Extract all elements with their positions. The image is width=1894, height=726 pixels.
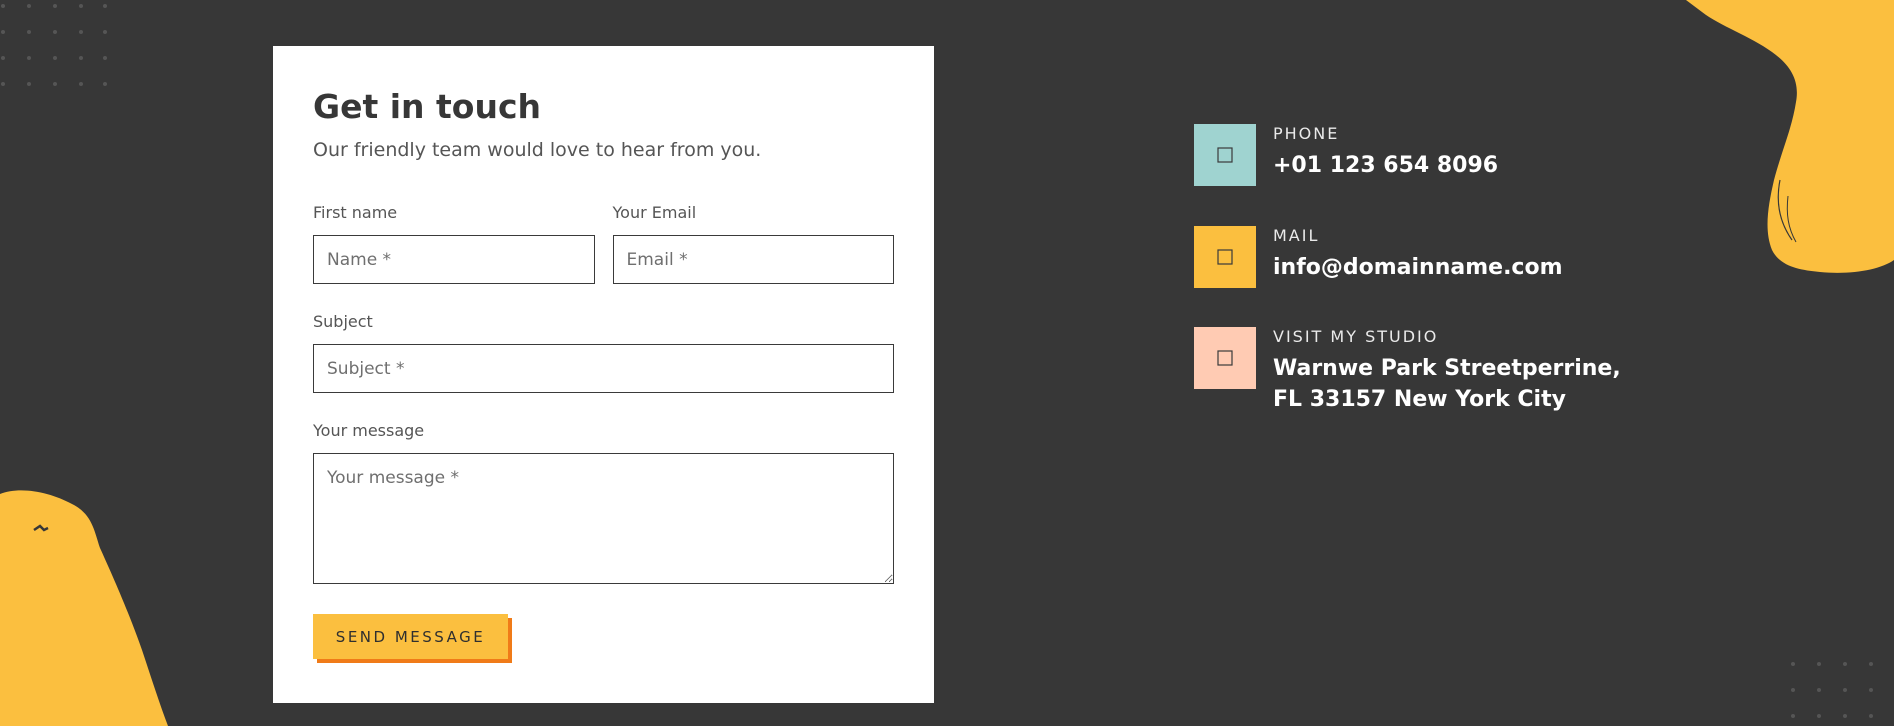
form-subtitle: Our friendly team would love to hear fro… — [313, 139, 762, 161]
subject-input[interactable] — [313, 344, 894, 393]
first-name-label: First name — [313, 203, 398, 222]
location-icon — [1194, 327, 1256, 389]
phone-icon — [1194, 124, 1256, 186]
dot-grid-top-left — [1, 4, 107, 86]
contact-form-card: Get in touch Our friendly team would lov… — [273, 46, 934, 703]
phone-label: PHONE — [1273, 124, 1340, 143]
email-label: Your Email — [612, 203, 697, 222]
form-title: Get in touch — [313, 87, 542, 126]
message-textarea[interactable] — [313, 453, 894, 584]
brush-blob-top-right — [1686, 0, 1894, 273]
subject-group: Subject — [313, 312, 894, 393]
studio-address: Warnwe Park Streetperrine, FL 33157 New … — [1273, 354, 1621, 416]
dot-grid-bottom-right — [1791, 662, 1873, 718]
phone-value[interactable]: +01 123 654 8096 — [1273, 151, 1498, 182]
contact-studio: VISIT MY STUDIO Warnwe Park Streetperrin… — [1194, 327, 1621, 416]
email-input[interactable] — [612, 235, 894, 284]
mail-icon — [1194, 226, 1256, 288]
mail-label: MAIL — [1273, 226, 1320, 245]
email-group: Your Email — [612, 203, 894, 284]
studio-address-line-2: FL 33157 New York City — [1273, 386, 1566, 412]
send-message-button[interactable]: SEND MESSAGE — [313, 614, 508, 659]
message-label: Your message — [313, 421, 425, 440]
first-name-group: First name — [313, 203, 595, 284]
studio-label: VISIT MY STUDIO — [1273, 327, 1439, 346]
contact-phone: PHONE +01 123 654 8096 — [1194, 124, 1498, 186]
message-group: Your message — [313, 421, 894, 588]
name-email-row: First name Your Email — [313, 203, 894, 284]
contact-phone-text: PHONE +01 123 654 8096 — [1273, 124, 1498, 186]
first-name-input[interactable] — [313, 235, 595, 284]
brush-blob-bottom-left — [0, 490, 168, 726]
studio-address-line-1: Warnwe Park Streetperrine, — [1273, 356, 1621, 381]
mail-value[interactable]: info@domainname.com — [1273, 253, 1563, 284]
contact-mail: MAIL info@domainname.com — [1194, 226, 1563, 288]
contact-mail-text: MAIL info@domainname.com — [1273, 226, 1563, 288]
contact-studio-text: VISIT MY STUDIO Warnwe Park Streetperrin… — [1273, 327, 1621, 416]
subject-label: Subject — [313, 312, 373, 331]
